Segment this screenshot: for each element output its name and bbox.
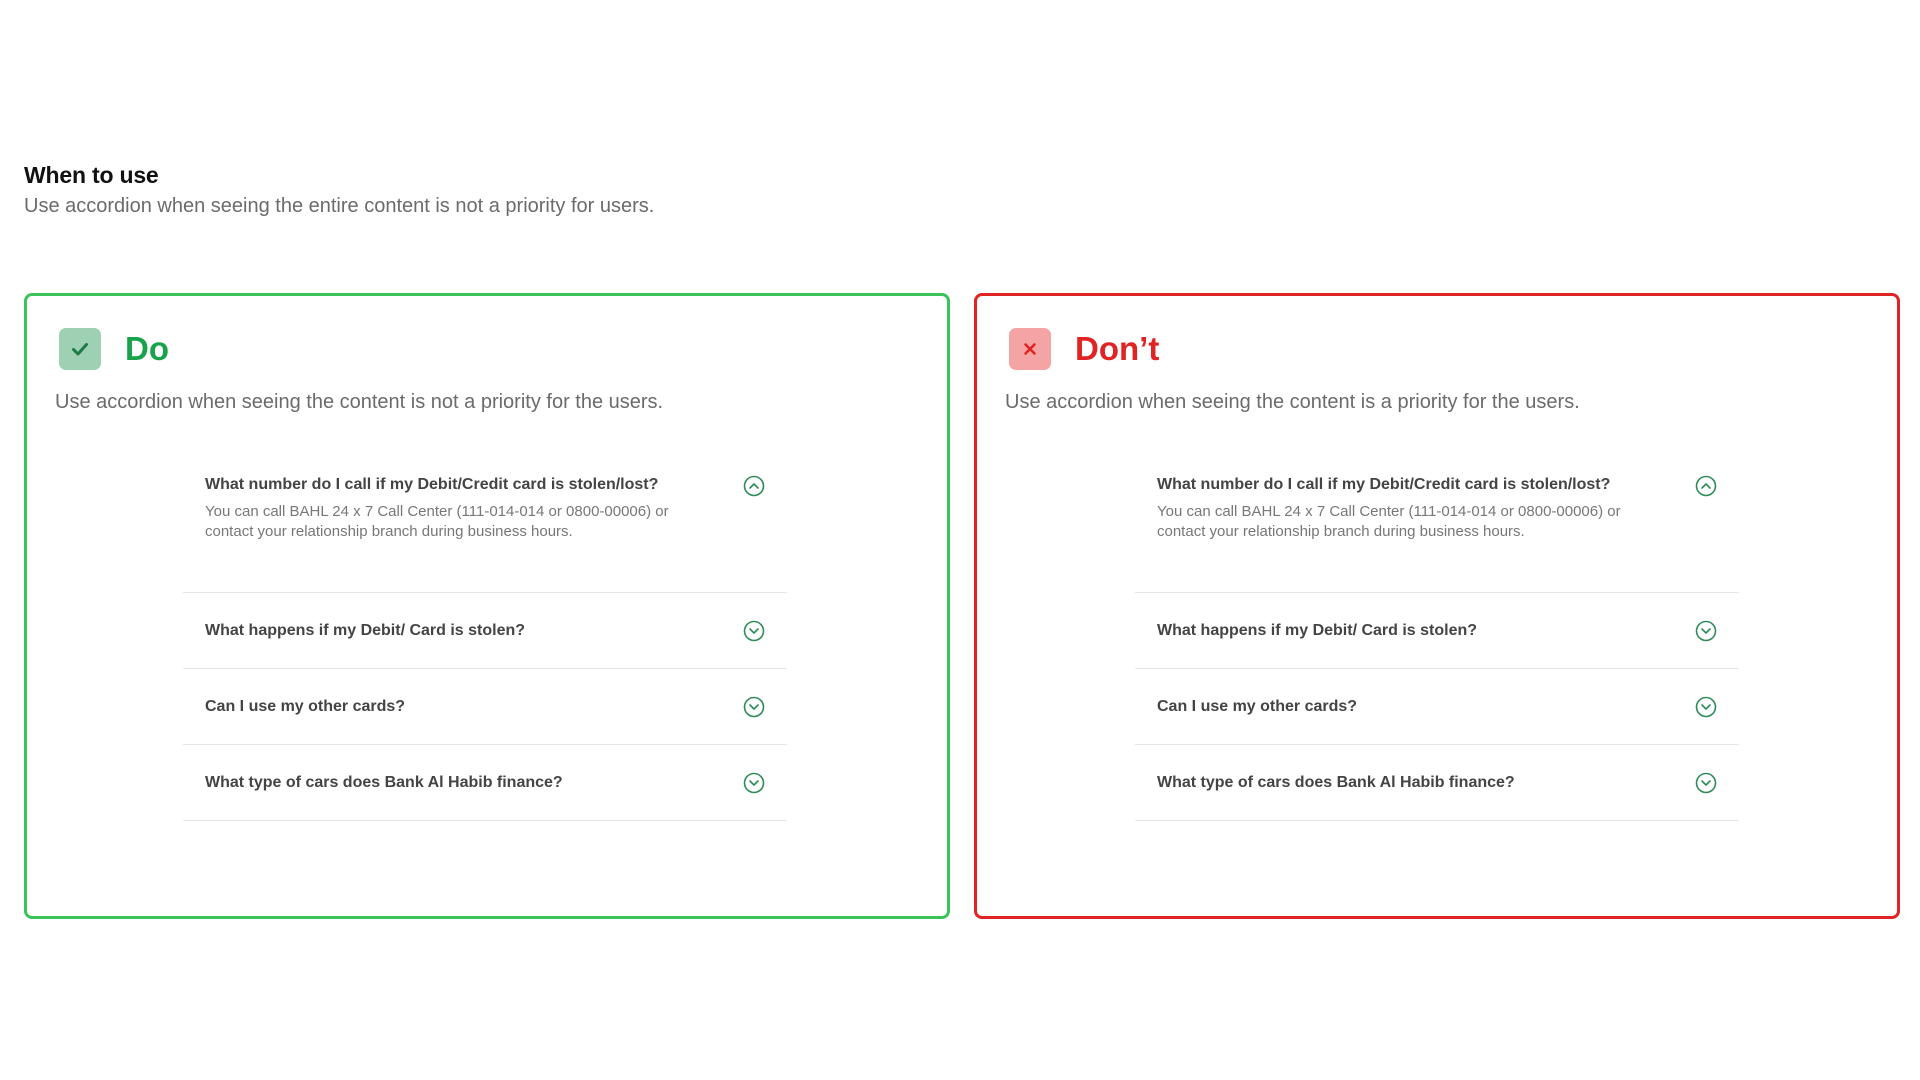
accordion-question[interactable]: What number do I call if my Debit/Credit…: [205, 474, 658, 496]
accordion-answer: You can call BAHL 24 x 7 Call Center (11…: [205, 502, 725, 542]
chevron-down-icon[interactable]: [743, 772, 765, 794]
dont-panel: Don’t Use accordion when seeing the cont…: [974, 293, 1900, 919]
chevron-down-icon[interactable]: [743, 620, 765, 642]
accordion-question[interactable]: Can I use my other cards?: [205, 696, 405, 718]
do-description: Use accordion when seeing the content is…: [55, 391, 664, 413]
accordion-item[interactable]: What type of cars does Bank Al Habib fin…: [183, 745, 787, 821]
chevron-up-icon[interactable]: [1695, 475, 1717, 497]
accordion-question[interactable]: What type of cars does Bank Al Habib fin…: [205, 772, 563, 794]
accordion-answer: You can call BAHL 24 x 7 Call Center (11…: [1157, 502, 1677, 542]
accordion-question[interactable]: What number do I call if my Debit/Credit…: [1157, 474, 1610, 496]
accordion-item[interactable]: What happens if my Debit/ Card is stolen…: [183, 593, 787, 669]
check-icon: [59, 328, 101, 370]
chevron-up-icon[interactable]: [743, 475, 765, 497]
accordion-item[interactable]: What type of cars does Bank Al Habib fin…: [1135, 745, 1739, 821]
accordion-answer-line: You can call BAHL 24 x 7 Call Center (11…: [205, 503, 669, 520]
accordion-item[interactable]: Can I use my other cards?: [1135, 669, 1739, 745]
do-accordion: What number do I call if my Debit/Credit…: [183, 466, 787, 821]
page-title: When to use: [24, 162, 159, 188]
accordion-item[interactable]: Can I use my other cards?: [183, 669, 787, 745]
accordion-question[interactable]: What type of cars does Bank Al Habib fin…: [1157, 772, 1515, 794]
accordion-question[interactable]: What happens if my Debit/ Card is stolen…: [1157, 620, 1477, 642]
chevron-down-icon[interactable]: [1695, 620, 1717, 642]
section-header: When to use Use accordion when seeing th…: [24, 160, 654, 220]
chevron-down-icon[interactable]: [743, 696, 765, 718]
accordion-question[interactable]: What happens if my Debit/ Card is stolen…: [205, 620, 525, 642]
close-icon: [1009, 328, 1051, 370]
accordion-answer-line: You can call BAHL 24 x 7 Call Center (11…: [1157, 503, 1621, 520]
accordion-item[interactable]: What number do I call if my Debit/Credit…: [1135, 466, 1739, 593]
dont-accordion: What number do I call if my Debit/Credit…: [1135, 466, 1739, 821]
do-title: Do: [125, 330, 169, 367]
accordion-answer-line: contact your relationship branch during …: [205, 523, 573, 540]
do-panel: Do Use accordion when seeing the content…: [24, 293, 950, 919]
dont-title: Don’t: [1075, 330, 1160, 367]
page-subtitle: Use accordion when seeing the entire con…: [24, 195, 655, 217]
accordion-answer-line: contact your relationship branch during …: [1157, 523, 1525, 540]
accordion-item[interactable]: What happens if my Debit/ Card is stolen…: [1135, 593, 1739, 669]
chevron-down-icon[interactable]: [1695, 772, 1717, 794]
accordion-question[interactable]: Can I use my other cards?: [1157, 696, 1357, 718]
accordion-item[interactable]: What number do I call if my Debit/Credit…: [183, 466, 787, 593]
dont-description: Use accordion when seeing the content is…: [1005, 391, 1580, 413]
chevron-down-icon[interactable]: [1695, 696, 1717, 718]
